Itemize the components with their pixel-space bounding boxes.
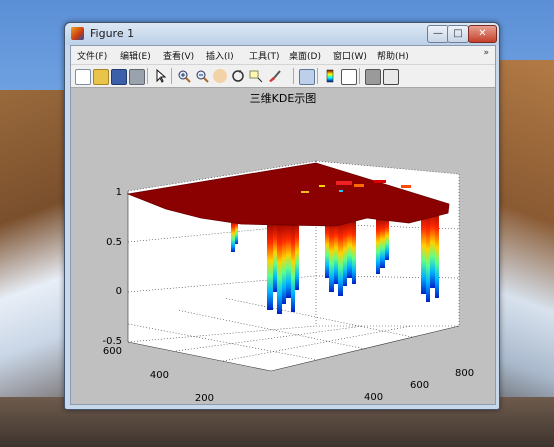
figure-window: Figure 1 — □ ✕ 文件(F) 编辑(E) 查看(V) 插入(I) 工… [64, 22, 500, 410]
minimize-button[interactable]: — [427, 25, 449, 43]
toolbar-separator [359, 68, 360, 84]
toolbar-separator [147, 68, 148, 84]
surface-plot[interactable]: 三维KDE示图 1 0.5 0 -0.5 600 400 200 400 600… [71, 88, 495, 404]
zoom-out-icon[interactable] [195, 69, 209, 83]
figure-client: 文件(F) 编辑(E) 查看(V) 插入(I) 工具(T) 桌面(D) 窗口(W… [70, 45, 496, 405]
legend-icon[interactable] [341, 69, 357, 85]
zoom-in-icon[interactable] [177, 69, 191, 83]
y-tick-label: 600 [103, 346, 122, 357]
rotate-3d-icon[interactable] [231, 69, 245, 83]
menu-view[interactable]: 查看(V) [163, 49, 194, 62]
menu-insert[interactable]: 插入(I) [206, 49, 234, 62]
menu-bar: 文件(F) 编辑(E) 查看(V) 插入(I) 工具(T) 桌面(D) 窗口(W… [71, 46, 495, 65]
x-tick-label: 600 [410, 380, 429, 391]
x-axis-ticks: 0 200 400 600 800 [364, 368, 474, 403]
toolbar-separator [317, 68, 318, 84]
menu-file[interactable]: 文件(F) [77, 49, 107, 62]
hide-plot-tools-icon[interactable] [365, 69, 381, 85]
toolbar-separator [293, 68, 294, 84]
x-tick-label: 800 [455, 368, 474, 379]
save-icon[interactable] [111, 69, 127, 85]
menu-help[interactable]: 帮助(H) [377, 49, 409, 62]
show-plot-tools-icon[interactable] [383, 69, 399, 85]
z-axis-ticks: 1 0.5 0 -0.5 [102, 187, 122, 347]
colorbar-icon[interactable] [323, 69, 337, 83]
toolbar-separator [171, 68, 172, 84]
title-bar[interactable]: Figure 1 — □ ✕ [65, 23, 499, 45]
maximize-button[interactable]: □ [447, 25, 469, 43]
window-title: Figure 1 [90, 27, 135, 40]
x-tick-label: 400 [364, 392, 383, 403]
close-button[interactable]: ✕ [468, 25, 497, 43]
desktop-wall-right [496, 60, 554, 447]
desktop-wall-left [0, 90, 70, 447]
menu-tools[interactable]: 工具(T) [249, 49, 280, 62]
brush-icon[interactable] [267, 69, 281, 83]
link-plot-icon[interactable] [299, 69, 315, 85]
figure-title: 三维KDE示图 [250, 92, 317, 105]
data-cursor-icon[interactable] [249, 69, 263, 83]
matlab-icon [71, 27, 84, 40]
menu-desktop[interactable]: 桌面(D) [289, 49, 321, 62]
toolbar [71, 65, 495, 88]
new-file-icon[interactable] [75, 69, 91, 85]
z-tick-label: 1 [116, 187, 122, 198]
pan-hand-icon[interactable] [213, 69, 227, 83]
plot-area[interactable]: 三维KDE示图 1 0.5 0 -0.5 600 400 200 400 600… [71, 88, 495, 404]
menu-overflow-icon[interactable]: » [483, 48, 489, 58]
open-folder-icon[interactable] [93, 69, 109, 85]
pointer-icon[interactable] [153, 68, 167, 83]
y-tick-label: 200 [195, 393, 214, 404]
y-tick-label: 400 [150, 370, 169, 381]
print-icon[interactable] [129, 69, 145, 85]
z-tick-label: 0 [116, 286, 122, 297]
menu-edit[interactable]: 编辑(E) [120, 49, 151, 62]
menu-window[interactable]: 窗口(W) [333, 49, 367, 62]
z-tick-label: 0.5 [106, 237, 122, 248]
